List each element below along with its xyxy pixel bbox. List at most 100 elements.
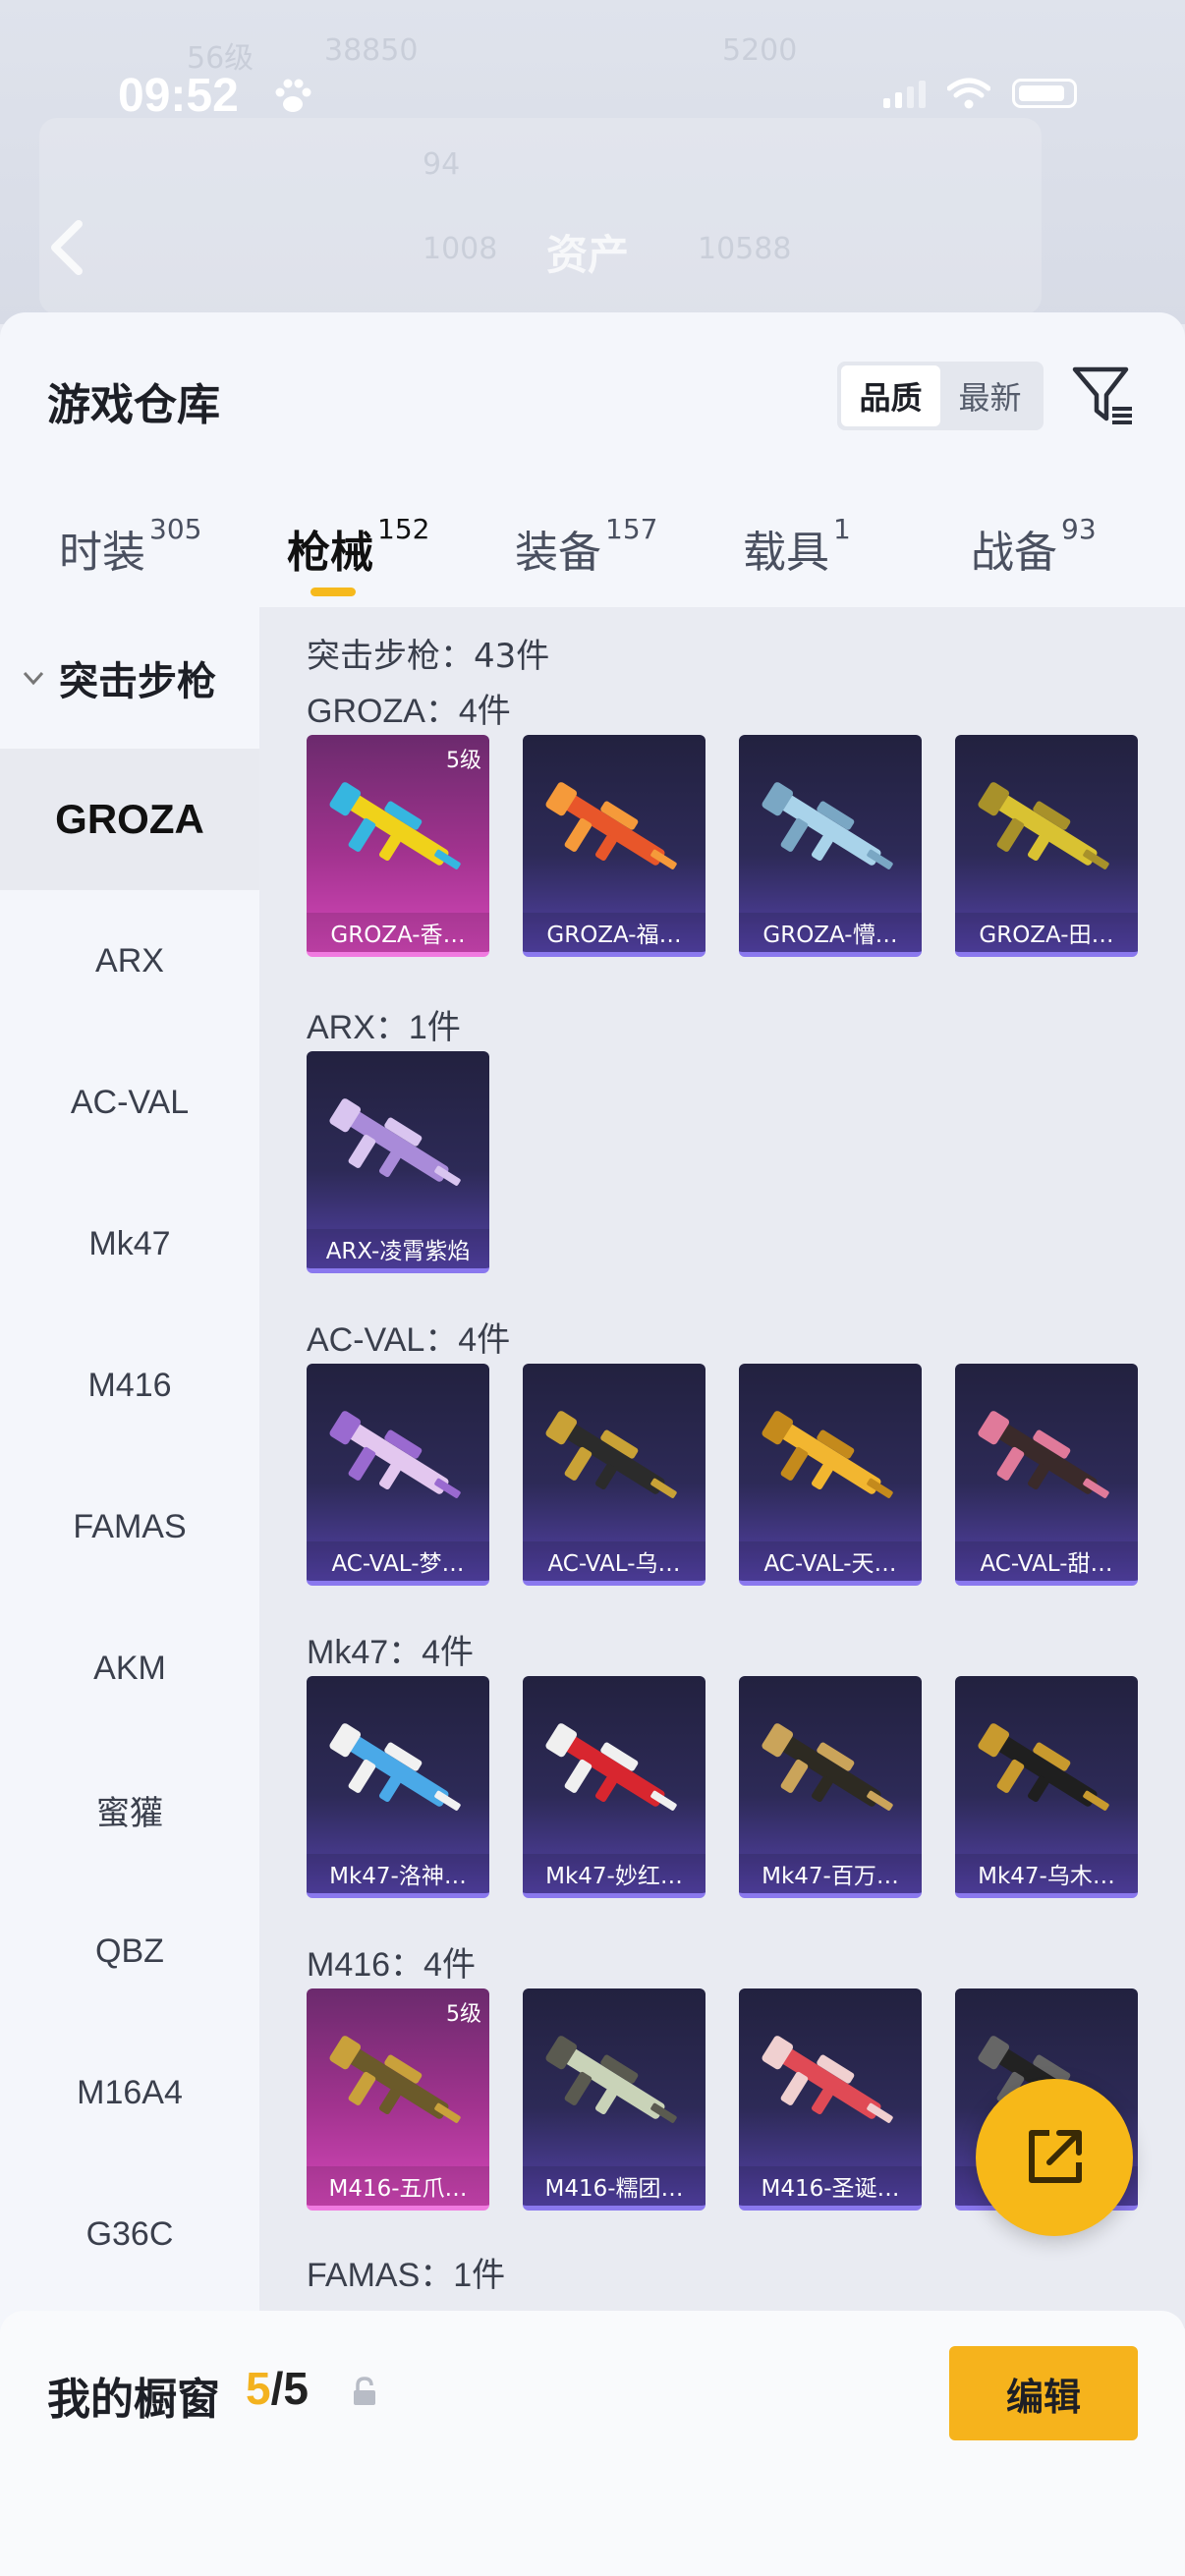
gun-image bbox=[545, 1411, 677, 1498]
weapon-name: AC-VAL-乌… bbox=[523, 1541, 705, 1581]
weapon-name: Mk47-乌木… bbox=[955, 1854, 1138, 1893]
warehouse-sheet: 游戏仓库 品质 最新 时装 305 枪械 152 装备 157 载具 1 战备 93 突击… bbox=[0, 312, 1185, 2576]
sidebar-item[interactable]: GROZA bbox=[0, 749, 259, 890]
tab-equipment[interactable]: 装备 157 bbox=[515, 513, 657, 580]
showcase-count: 5/5 bbox=[246, 2363, 309, 2414]
weapon-card[interactable]: GROZA-福… bbox=[523, 735, 705, 957]
sidebar-item[interactable]: FAMAS bbox=[0, 1456, 259, 1597]
weapon-card[interactable]: GROZA-懵… bbox=[739, 735, 922, 957]
group-title: M416：4件 bbox=[307, 1946, 476, 1984]
weapon-sidebar: 突击步枪 GROZA ARX AC-VAL Mk47 M416 FAMAS AKM 蜜獾 QBZ… bbox=[0, 607, 259, 2356]
tab-active-indicator bbox=[310, 588, 356, 596]
background-page: 56级 38850 5200 94 1008 10588 09:52 资产 bbox=[0, 0, 1185, 324]
weapon-name: M416-五爪… bbox=[307, 2166, 489, 2206]
weapon-name: Mk47-百万… bbox=[739, 1854, 922, 1893]
weapon-name: GROZA-田… bbox=[955, 913, 1138, 952]
weapon-name: M416-糯团… bbox=[523, 2166, 705, 2206]
group-title: FAMAS：1件 bbox=[307, 2257, 506, 2294]
weapon-card[interactable]: M416-糯团… bbox=[523, 1988, 705, 2211]
category-tabs: 时装 305 枪械 152 装备 157 载具 1 战备 93 bbox=[0, 479, 1185, 607]
signal-icon bbox=[883, 79, 926, 108]
weapon-card[interactable]: GROZA-田… bbox=[955, 735, 1138, 957]
tab-vehicles[interactable]: 载具 1 bbox=[743, 513, 851, 580]
sort-newest-button[interactable]: 最新 bbox=[940, 365, 1040, 426]
gun-image bbox=[762, 1411, 893, 1498]
sidebar-item[interactable]: AKM bbox=[0, 1597, 259, 1739]
group-title: AC-VAL：4件 bbox=[307, 1321, 511, 1359]
sort-toggle: 品质 最新 bbox=[837, 362, 1044, 430]
sidebar-item[interactable]: G36C bbox=[0, 2163, 259, 2305]
background-title: 资产 bbox=[546, 231, 630, 279]
page-title: 游戏仓库 bbox=[47, 380, 220, 430]
tab-supplies[interactable]: 战备 93 bbox=[971, 513, 1097, 580]
weapon-card[interactable]: AC-VAL-梦… bbox=[307, 1364, 489, 1586]
lock-icon bbox=[354, 2377, 375, 2405]
background-points: 38850 bbox=[324, 33, 419, 68]
weapon-name: Mk47-妙红… bbox=[523, 1854, 705, 1893]
edit-button[interactable]: 编辑 bbox=[949, 2346, 1138, 2440]
gun-image bbox=[762, 2036, 893, 2123]
gun-image bbox=[329, 1098, 461, 1186]
sidebar-item[interactable]: M416 bbox=[0, 1315, 259, 1456]
group-title: ARX：1件 bbox=[307, 1009, 461, 1046]
gun-image bbox=[545, 1723, 677, 1811]
weapon-grid: 突击步枪：43件 GROZA：4件 5级 GROZA-香… GROZA-福… GROZA… bbox=[259, 607, 1185, 2328]
gun-image bbox=[329, 2036, 461, 2123]
gun-image bbox=[545, 782, 677, 869]
level-badge: 5级 bbox=[446, 2002, 481, 2027]
sidebar-item[interactable]: AC-VAL bbox=[0, 1032, 259, 1173]
sort-quality-button[interactable]: 品质 bbox=[841, 365, 940, 426]
weapon-card[interactable]: Mk47-妙红… bbox=[523, 1676, 705, 1898]
background-card bbox=[39, 118, 1042, 314]
weapon-card[interactable]: AC-VAL-乌… bbox=[523, 1364, 705, 1586]
showcase-label: 我的橱窗 bbox=[47, 2375, 220, 2425]
sidebar-item[interactable]: 蜜獾 bbox=[0, 1739, 259, 1880]
weapon-name: ARX-凌霄紫焰 bbox=[307, 1229, 489, 1268]
weapon-name: AC-VAL-甜… bbox=[955, 1541, 1138, 1581]
weapon-name: GROZA-香… bbox=[307, 913, 489, 952]
wifi-icon bbox=[947, 78, 990, 109]
weapon-name: M416-圣诞… bbox=[739, 2166, 922, 2206]
sidebar-category[interactable]: 突击步枪 bbox=[0, 607, 259, 749]
background-score: 5200 bbox=[722, 33, 798, 68]
gun-image bbox=[762, 1723, 893, 1811]
filter-icon[interactable] bbox=[1069, 362, 1136, 428]
sidebar-item[interactable]: QBZ bbox=[0, 1880, 259, 2022]
back-icon[interactable] bbox=[47, 218, 86, 277]
weapon-card[interactable]: 5级 M416-五爪… bbox=[307, 1988, 489, 2211]
tab-guns[interactable]: 枪械 152 bbox=[287, 513, 429, 580]
gun-image bbox=[329, 1723, 461, 1811]
weapon-card[interactable]: M416-圣诞… bbox=[739, 1988, 922, 2211]
weapon-card[interactable]: 5级 GROZA-香… bbox=[307, 735, 489, 957]
status-time: 09:52 bbox=[118, 70, 239, 122]
weapon-card[interactable]: Mk47-洛神… bbox=[307, 1676, 489, 1898]
gun-image bbox=[978, 1723, 1109, 1811]
weapon-card[interactable]: AC-VAL-天… bbox=[739, 1364, 922, 1586]
sidebar-item[interactable]: ARX bbox=[0, 890, 259, 1032]
weapon-card[interactable]: Mk47-百万… bbox=[739, 1676, 922, 1898]
gun-image bbox=[329, 782, 461, 869]
sidebar-item[interactable]: Mk47 bbox=[0, 1173, 259, 1315]
gun-image bbox=[978, 782, 1109, 869]
chevron-down-icon bbox=[23, 671, 44, 686]
group-title: GROZA：4件 bbox=[307, 693, 511, 730]
weapon-name: GROZA-福… bbox=[523, 913, 705, 952]
gun-image bbox=[545, 2036, 677, 2123]
gun-image bbox=[329, 1411, 461, 1498]
weapon-name: AC-VAL-天… bbox=[739, 1541, 922, 1581]
share-button[interactable] bbox=[976, 2079, 1133, 2236]
showcase-bar: 我的橱窗 5/5 编辑 bbox=[0, 2311, 1185, 2576]
weapon-card[interactable]: Mk47-乌木… bbox=[955, 1676, 1138, 1898]
group-title: Mk47：4件 bbox=[307, 1634, 475, 1671]
sheet-header: 游戏仓库 品质 最新 bbox=[0, 312, 1185, 479]
tab-fashion[interactable]: 时装 305 bbox=[59, 513, 201, 580]
content-summary: 突击步枪：43件 bbox=[307, 637, 550, 676]
weapon-card[interactable]: ARX-凌霄紫焰 bbox=[307, 1051, 489, 1273]
weapon-name: AC-VAL-梦… bbox=[307, 1541, 489, 1581]
gun-image bbox=[978, 1411, 1109, 1498]
paw-icon bbox=[275, 79, 311, 112]
share-icon bbox=[1029, 2130, 1082, 2183]
sidebar-item[interactable]: M16A4 bbox=[0, 2022, 259, 2163]
weapon-card[interactable]: AC-VAL-甜… bbox=[955, 1364, 1138, 1586]
gun-image bbox=[762, 782, 893, 869]
